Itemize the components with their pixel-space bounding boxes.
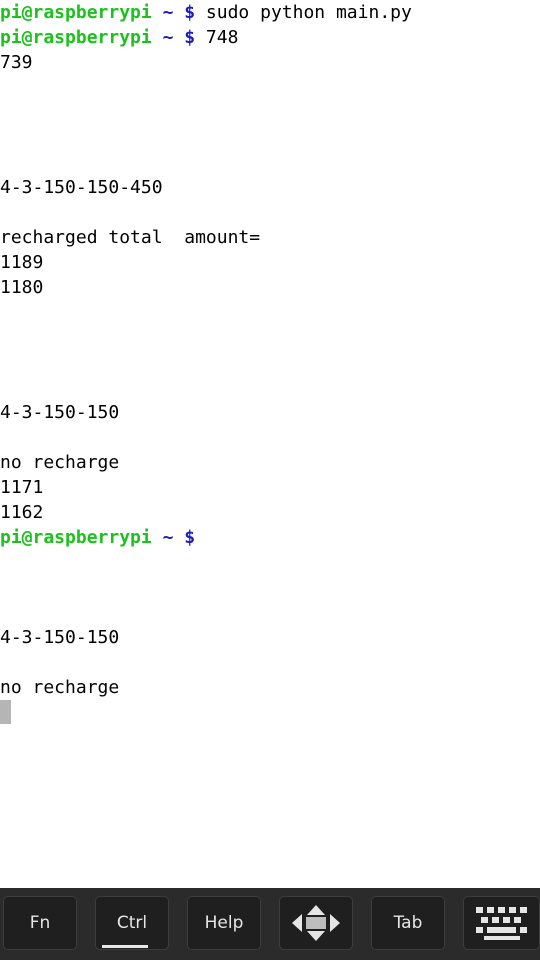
prompt-symbol: ~ $ [162,527,196,548]
keyboard-icon [475,907,527,940]
dpad-arrows-icon [292,905,340,941]
output-line: no recharge [0,677,120,698]
help-key[interactable]: Help [187,896,261,950]
prompt-user: pi@raspberrypi [0,2,152,23]
prompt-line: pi@raspberrypi ~ $ 748 [0,25,540,50]
output-line: no recharge [0,452,120,473]
output-line: 4-3-150-150 [0,627,120,648]
prompt-line: pi@raspberrypi ~ $ [0,525,540,550]
cursor-line [0,700,540,725]
terminal-screen: pi@raspberrypi ~ $ sudo python main.py pi… [0,0,540,960]
output-line: 1171 [0,477,44,498]
prompt-symbol: ~ $ [162,27,196,48]
prompt-symbol: ~ $ [162,2,196,23]
terminal-output[interactable]: pi@raspberrypi ~ $ sudo python main.py pi… [0,0,540,888]
ctrl-key[interactable]: Ctrl [95,896,169,950]
output-line: 4-3-150-150 [0,402,120,423]
tab-key[interactable]: Tab [371,896,445,950]
ctrl-active-indicator [102,945,148,948]
ctrl-key-label: Ctrl [116,913,148,933]
command-text: sudo python main.py [205,2,412,23]
help-key-label: Help [204,913,244,933]
output-line: 1162 [0,502,44,523]
tab-key-label: Tab [393,913,423,933]
fn-key[interactable]: Fn [3,896,77,950]
prompt-user: pi@raspberrypi [0,527,152,548]
output-line: 4-3-150-150-450 [0,177,163,198]
output-line: 1180 [0,277,44,298]
text-cursor [0,700,11,724]
output-line: 739 [0,52,33,73]
prompt-user: pi@raspberrypi [0,27,152,48]
prompt-line: pi@raspberrypi ~ $ sudo python main.py [0,0,540,25]
arrow-keys-button[interactable] [279,896,353,950]
toggle-keyboard-button[interactable] [463,896,540,950]
extra-keys-toolbar: Fn Ctrl Help Tab [0,888,540,960]
output-line: 1189 [0,252,44,273]
command-text: 748 [205,27,239,48]
fn-key-label: Fn [29,913,51,933]
output-line: recharged total amount= [0,227,261,248]
